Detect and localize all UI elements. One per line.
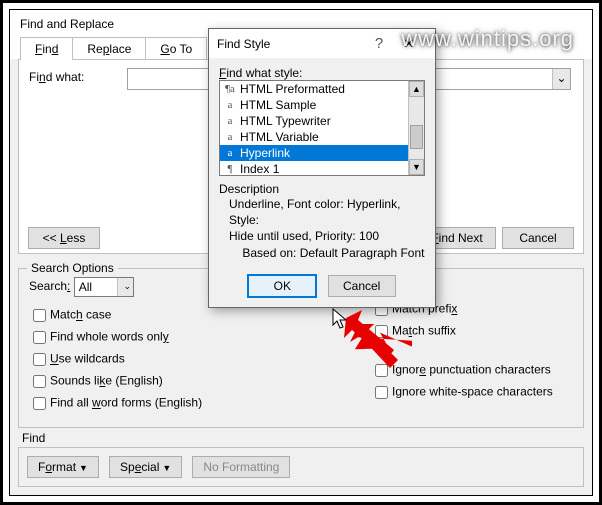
less-button[interactable]: << Less [28, 227, 100, 249]
char-icon: a [224, 115, 236, 127]
list-item[interactable]: aHTML Typewriter [220, 113, 424, 129]
find-what-label: Find what: [29, 70, 84, 84]
format-button[interactable]: Format▼ [27, 456, 99, 478]
find-what-dropdown-icon[interactable]: ⌄ [552, 69, 570, 89]
ok-button[interactable]: OK [248, 275, 316, 297]
check-whole-words[interactable]: Find whole words only [29, 328, 349, 347]
check-ignore-ws[interactable]: Ignore white-space characters [371, 383, 571, 402]
annotation-arrow-icon [338, 310, 408, 370]
list-item[interactable]: ¶aHTML Preformatted [220, 81, 424, 97]
help-icon[interactable]: ? [367, 35, 391, 52]
search-direction-label: Search: [29, 279, 70, 293]
tab-replace[interactable]: Replace [72, 37, 146, 60]
list-item-selected[interactable]: aHyperlink [220, 145, 424, 161]
check-sounds-like[interactable]: Sounds like (English) [29, 372, 349, 391]
watermark-text: www.wintips.org [401, 26, 574, 52]
list-item[interactable]: aHTML Sample [220, 97, 424, 113]
chevron-down-icon[interactable]: ⌄ [117, 278, 133, 296]
style-list-label: Find what style: [219, 66, 425, 80]
tab-goto[interactable]: Go To [145, 37, 207, 60]
style-list[interactable]: ¶aHTML Preformatted aHTML Sample aHTML T… [219, 80, 425, 176]
description-label: Description [219, 182, 425, 196]
modal-title: Find Style [217, 37, 367, 51]
scroll-thumb[interactable] [410, 125, 423, 149]
char-icon: a [224, 99, 236, 111]
paragraph-icon: ¶ [224, 163, 236, 175]
check-match-case[interactable]: Match case [29, 306, 349, 325]
search-direction-combo[interactable]: All ⌄ [74, 277, 134, 297]
scroll-down-icon[interactable]: ▼ [409, 159, 424, 175]
special-button[interactable]: Special▼ [109, 456, 182, 478]
find-formatting-section: Find Format▼ Special▼ No Formatting [18, 431, 584, 487]
search-direction-value: All [75, 280, 92, 294]
description-text: Underline, Font color: Hyperlink, Style:… [219, 196, 425, 261]
cancel-button[interactable]: Cancel [502, 227, 574, 249]
char-icon: a [224, 131, 236, 143]
char-icon: a [224, 147, 236, 159]
find-style-dialog: Find Style ? ✕ Find what style: ¶aHTML P… [208, 28, 436, 308]
check-word-forms[interactable]: Find all word forms (English) [29, 394, 349, 413]
scroll-up-icon[interactable]: ▲ [409, 81, 424, 97]
tab-find[interactable]: Find [20, 37, 73, 60]
check-wildcards[interactable]: Use wildcards [29, 350, 349, 369]
paragraph-icon: ¶a [224, 83, 236, 95]
list-item[interactable]: aHTML Variable [220, 129, 424, 145]
list-item[interactable]: ¶Index 1 [220, 161, 424, 176]
search-options-legend: Search Options [27, 261, 118, 275]
scrollbar[interactable]: ▲ ▼ [408, 81, 424, 175]
find-section-label: Find [22, 431, 584, 445]
modal-cancel-button[interactable]: Cancel [328, 275, 396, 297]
no-formatting-button[interactable]: No Formatting [192, 456, 290, 478]
